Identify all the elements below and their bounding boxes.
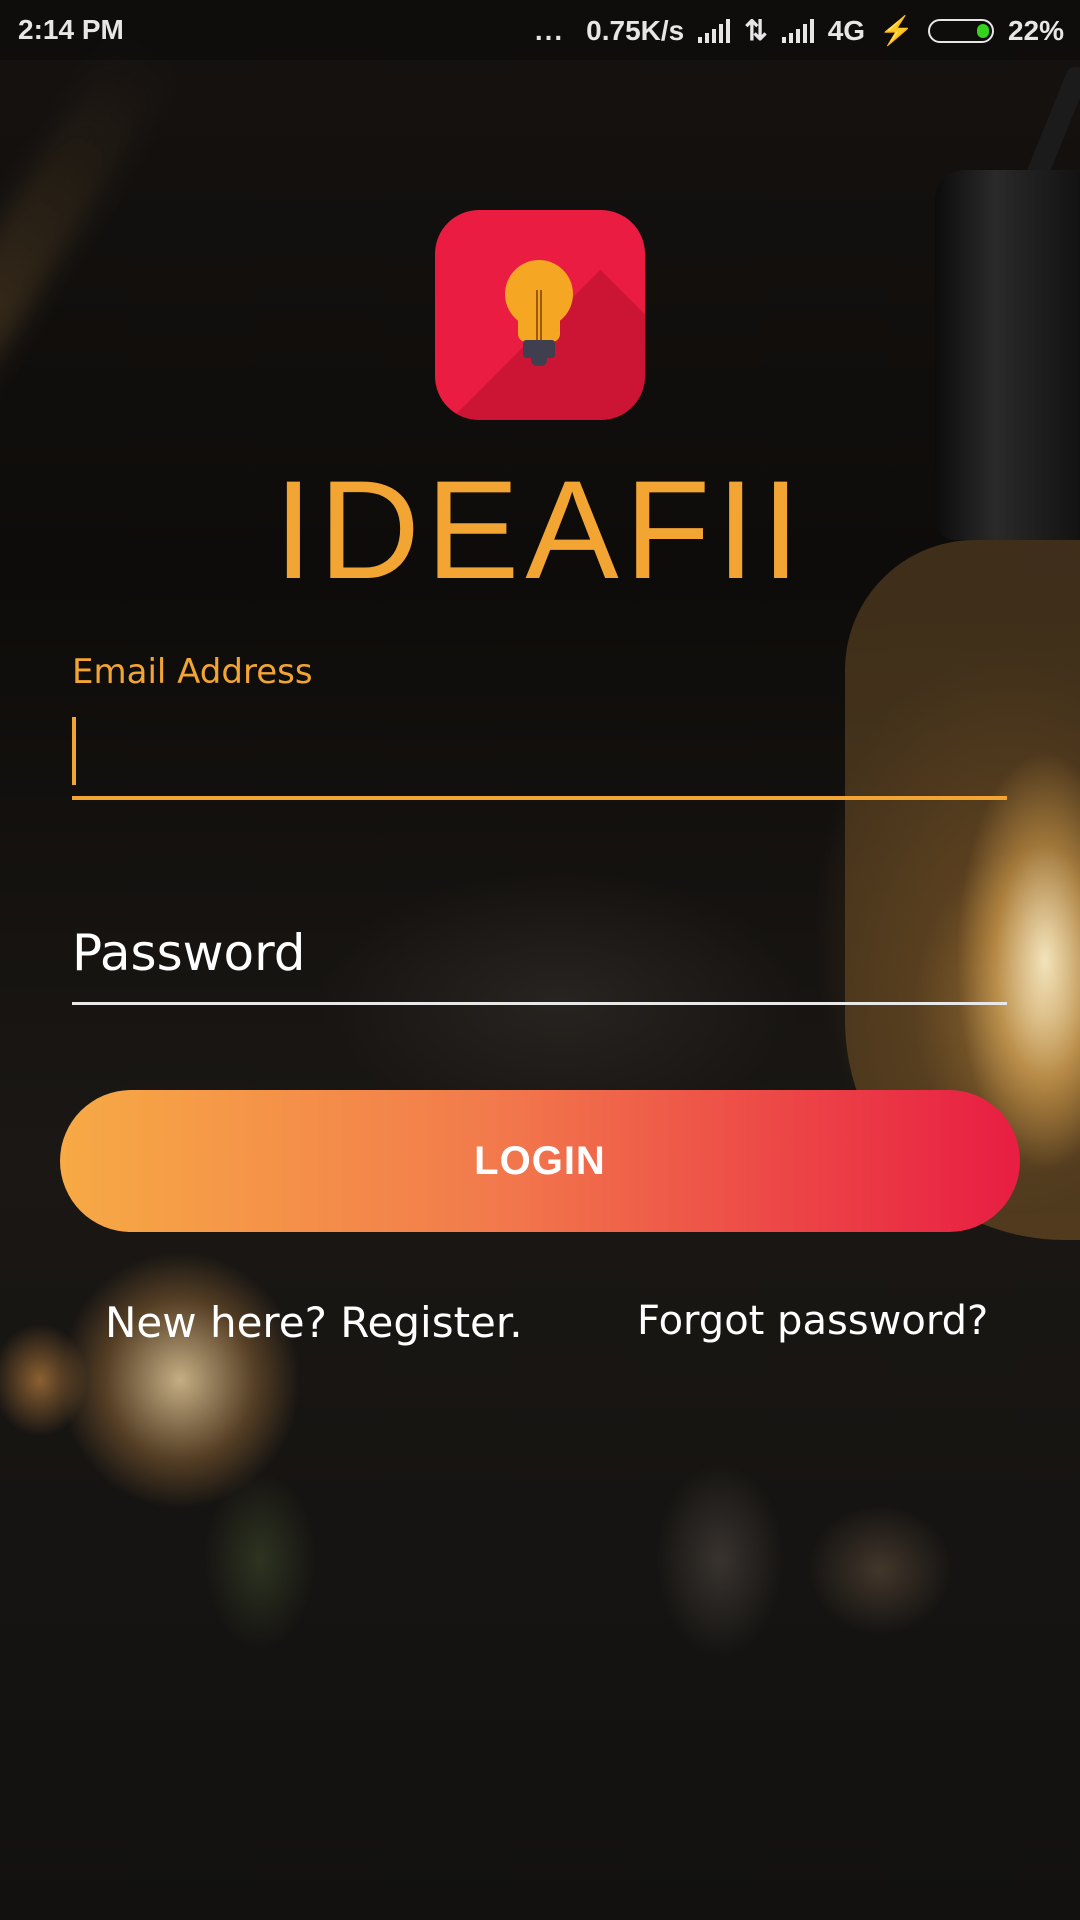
app-name: IDEAFII [273, 451, 807, 608]
battery-icon [927, 18, 994, 43]
battery-level [976, 23, 989, 38]
data-transfer-icon: ⇅ [744, 15, 768, 46]
battery-percent: 22% [1007, 14, 1064, 46]
network-speed: 0.75K/s [586, 14, 685, 46]
email-field[interactable] [72, 705, 1007, 800]
lightbulb-icon [435, 210, 645, 420]
signal-strength-icon [698, 18, 731, 43]
charging-icon: ⚡ [879, 15, 914, 46]
signal-strength-icon-2 [781, 18, 814, 43]
text-cursor [72, 717, 76, 785]
status-icons: ... 0.75K/s ⇅ 4G ⚡ 22% [535, 14, 1064, 47]
password-field[interactable]: Password [72, 920, 1007, 1005]
register-link[interactable]: New here? Register. [105, 1298, 523, 1347]
more-notifications-icon: ... [534, 14, 565, 46]
forgot-password-link[interactable]: Forgot password? [637, 1298, 988, 1344]
login-screen: 2:14 PM ... 0.75K/s ⇅ 4G ⚡ 22% IDEAFII E… [0, 0, 1080, 1920]
password-placeholder: Password [72, 924, 306, 982]
status-time: 2:14 PM [18, 14, 124, 45]
login-button[interactable]: LOGIN [60, 1090, 1020, 1232]
network-type: 4G [827, 14, 866, 46]
status-bar: 2:14 PM ... 0.75K/s ⇅ 4G ⚡ 22% [0, 0, 1080, 60]
email-label: Email Address [72, 652, 313, 692]
